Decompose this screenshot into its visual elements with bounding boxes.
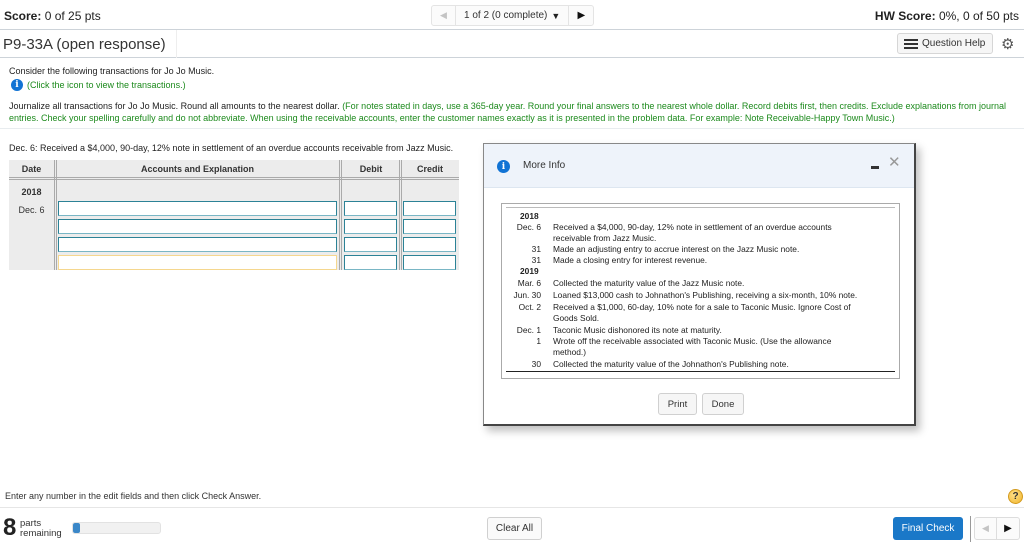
parts-remaining-count: 8: [3, 514, 17, 541]
close-icon[interactable]: ✕: [888, 153, 901, 171]
dialog-header: i More Info ✕: [484, 144, 914, 188]
score-bar: Score: 0 of 25 pts ◀ 1 of 2 (0 complete)…: [0, 0, 1024, 30]
year-heading: 2019: [520, 266, 539, 276]
journal-prompt: Dec. 6: Received a $4,000, 90-day, 12% n…: [9, 143, 454, 153]
credit-input[interactable]: [403, 201, 456, 216]
question-navigator: ◀ 1 of 2 (0 complete) ▼ ▶: [431, 5, 595, 26]
info-icon[interactable]: i: [11, 79, 23, 91]
credit-input[interactable]: [403, 219, 456, 234]
divider: [176, 30, 177, 58]
account-input[interactable]: [58, 219, 337, 234]
column-divider: [339, 160, 342, 270]
column-header-credit: Credit: [401, 160, 459, 180]
intro-text: Consider the following transactions for …: [9, 66, 215, 76]
journal-table: Date Accounts and Explanation Debit Cred…: [9, 160, 459, 270]
debit-input[interactable]: [344, 237, 397, 252]
column-header-accounts: Accounts and Explanation: [54, 160, 341, 180]
prev-question-icon[interactable]: ◀: [432, 6, 456, 25]
prev-question-icon[interactable]: ◀: [975, 518, 998, 539]
debit-input[interactable]: [344, 255, 397, 270]
list-icon: [904, 38, 918, 49]
next-question-icon[interactable]: ▶: [997, 518, 1019, 539]
divider: [0, 507, 1024, 508]
caret-down-icon: ▼: [551, 10, 561, 21]
column-divider: [399, 160, 402, 270]
year-heading: 2018: [520, 211, 539, 221]
column-divider: [54, 160, 57, 270]
done-button[interactable]: Done: [702, 393, 744, 415]
journal-year: 2018: [21, 187, 42, 197]
question-title-bar: P9-33A (open response) Question Help: [0, 30, 1024, 58]
question-help-button[interactable]: Question Help: [897, 33, 993, 54]
instructions-text: Journalize all transactions for Jo Jo Mu…: [9, 101, 1007, 123]
credit-input[interactable]: [403, 255, 456, 270]
final-check-button[interactable]: Final Check: [893, 517, 963, 540]
score: Score: 0 of 25 pts: [4, 9, 101, 23]
transactions-list: 2018 Dec. 6 Received a $4,000, 90-day, 1…: [501, 203, 900, 379]
help-icon[interactable]: ?: [1008, 489, 1023, 504]
info-icon: i: [497, 160, 510, 173]
column-header-debit: Debit: [341, 160, 401, 180]
question-title: P9-33A (open response): [3, 36, 166, 53]
debit-input[interactable]: [344, 219, 397, 234]
transactions-link[interactable]: i (Click the icon to view the transaction…: [11, 79, 186, 91]
parts-progress-bar: [72, 522, 161, 534]
clear-all-button[interactable]: Clear All: [487, 517, 542, 540]
hw-score: HW Score: 0%, 0 of 50 pts: [874, 9, 1019, 23]
column-header-date: Date: [9, 160, 54, 180]
gear-icon[interactable]: ⚙: [1001, 35, 1014, 53]
more-info-dialog: i More Info ✕ 2018 Dec. 6 Received a $4,…: [483, 143, 916, 426]
account-input[interactable]: [58, 237, 337, 252]
hint-text: Enter any number in the edit fields and …: [5, 491, 262, 501]
progress-fill: [73, 523, 80, 533]
account-input[interactable]: [58, 201, 337, 216]
dialog-title: More Info: [523, 160, 566, 171]
journal-date: Dec. 6: [18, 205, 45, 215]
minimize-icon[interactable]: [871, 166, 879, 169]
divider: [0, 128, 1024, 129]
divider: [970, 516, 971, 542]
bottom-question-navigator: ◀ ▶: [974, 517, 1020, 540]
question-select-dropdown[interactable]: 1 of 2 (0 complete) ▼: [456, 6, 570, 25]
debit-input[interactable]: [344, 201, 397, 216]
print-button[interactable]: Print: [658, 393, 697, 415]
next-question-icon[interactable]: ▶: [569, 6, 593, 25]
parts-remaining-label: parts remaining: [20, 518, 62, 539]
credit-input[interactable]: [403, 237, 456, 252]
account-input[interactable]: [58, 255, 337, 270]
